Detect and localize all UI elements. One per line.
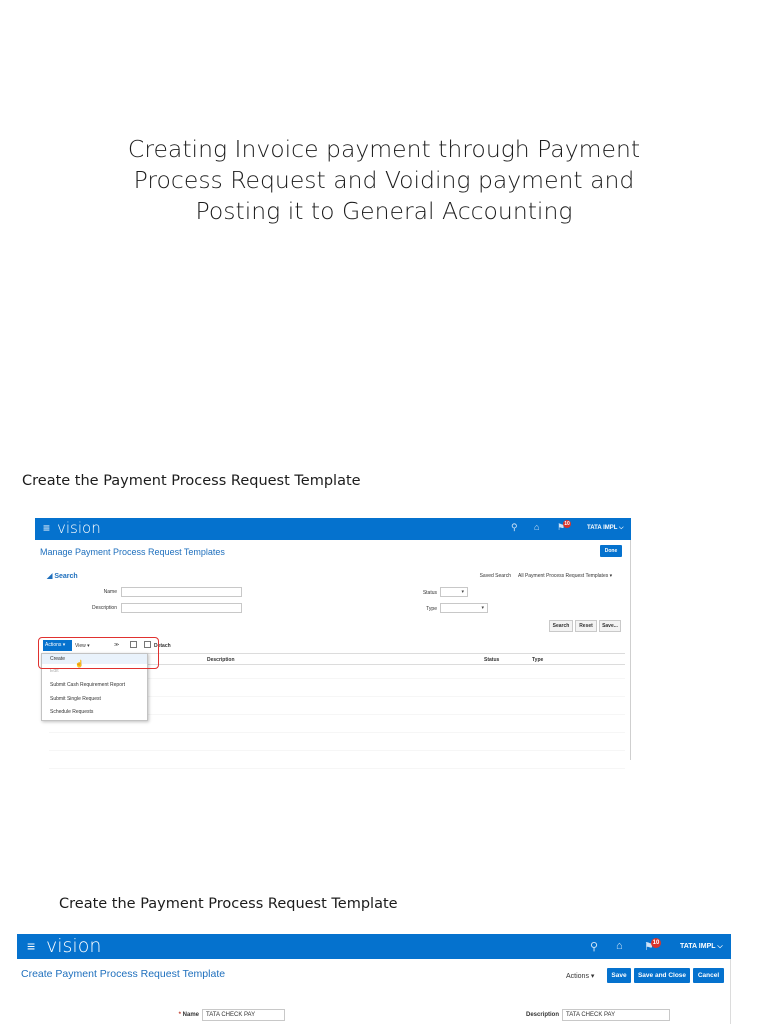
app-header-bar: ≡ vision ⚲ ⌂ ⚑ 10 TATA IMPL ⌵ <box>35 518 631 540</box>
search-icon[interactable]: ⚲ <box>590 940 598 953</box>
notification-count-badge: 10 <box>563 520 571 528</box>
description-label: Description <box>525 1012 559 1018</box>
hamburger-menu-icon[interactable]: ≡ <box>43 521 50 535</box>
home-icon[interactable]: ⌂ <box>616 940 623 952</box>
save-and-close-button[interactable]: Save and Close <box>634 968 690 983</box>
name-label: Name <box>103 589 117 595</box>
saved-search-value: All Payment Process Request Templates ▾ <box>518 572 613 579</box>
column-description[interactable]: Description <box>207 657 235 663</box>
done-button[interactable]: Done <box>600 545 622 557</box>
status-select[interactable]: ▾ <box>440 587 468 597</box>
actions-menu-button[interactable]: Actions ▾ <box>566 972 594 980</box>
app-header-bar: ≡ vision ⚲ ⌂ ⚑ 10 TATA IMPL ⌵ <box>17 934 731 959</box>
column-status[interactable]: Status <box>484 657 499 663</box>
name-label-text: Name <box>182 1012 199 1018</box>
search-section-toggle[interactable]: ◢ Search <box>47 572 78 580</box>
menu-item-submit-single-request[interactable]: Submit Single Request <box>50 696 101 702</box>
menu-item-submit-cash-requirement-report[interactable]: Submit Cash Requirement Report <box>50 682 125 688</box>
name-search-input[interactable] <box>121 587 242 597</box>
save-button[interactable]: Save <box>607 968 631 983</box>
type-select[interactable]: ▾ <box>440 603 488 613</box>
name-field-value: TATA CHECK PAY <box>206 1012 256 1018</box>
document-title: Creating Invoice payment through Payment… <box>84 134 684 227</box>
user-menu[interactable]: TATA IMPL ⌵ <box>680 943 723 951</box>
description-field[interactable]: TATA CHECK PAY <box>562 1009 670 1021</box>
required-marker: * <box>178 1012 181 1018</box>
cancel-button[interactable]: Cancel <box>693 968 724 983</box>
save-search-button[interactable]: Save... <box>599 620 621 632</box>
type-label: Type <box>426 606 437 612</box>
description-field-value: TATA CHECK PAY <box>566 1012 616 1018</box>
description-label: Description <box>91 605 117 611</box>
home-icon[interactable]: ⌂ <box>534 522 539 532</box>
screenshot-manage-templates: ≡ vision ⚲ ⌂ ⚑ 10 TATA IMPL ⌵ Manage Pay… <box>35 518 631 796</box>
highlight-annotation <box>38 637 159 669</box>
vision-logo: vision <box>46 935 102 957</box>
saved-search-label: Saved Search <box>479 573 511 579</box>
section-caption-1: Create the Payment Process Request Templ… <box>22 473 361 489</box>
search-icon[interactable]: ⚲ <box>511 522 518 533</box>
chevron-down-icon: ▾ <box>481 605 484 611</box>
vision-logo: vision <box>57 519 101 537</box>
chevron-down-icon: ▾ <box>461 589 464 595</box>
user-menu[interactable]: TATA IMPL ⌵ <box>587 525 624 532</box>
menu-item-schedule-requests[interactable]: Schedule Requests <box>50 709 93 715</box>
section-caption-2: Create the Payment Process Request Templ… <box>59 896 398 912</box>
description-search-input[interactable] <box>121 603 242 613</box>
title-line-3: Posting it to General Accounting <box>195 197 573 225</box>
column-type[interactable]: Type <box>532 657 543 663</box>
page-title: Manage Payment Process Request Templates <box>40 547 225 557</box>
name-label: * Name <box>167 1012 199 1018</box>
status-label: Status <box>422 590 437 596</box>
title-line-2: Process Request and Voiding payment and <box>133 166 635 194</box>
name-field[interactable]: TATA CHECK PAY <box>202 1009 285 1021</box>
hamburger-menu-icon[interactable]: ≡ <box>27 938 35 954</box>
saved-search-select[interactable]: All Payment Process Request Templates ▾ <box>514 570 620 580</box>
search-button[interactable]: Search <box>549 620 573 632</box>
reset-button[interactable]: Reset <box>575 620 597 632</box>
notification-count-badge: 10 <box>651 938 661 948</box>
page-title: Create Payment Process Request Template <box>21 968 226 980</box>
title-line-1: Creating Invoice payment through Payment <box>127 135 641 163</box>
screenshot-create-template: ≡ vision ⚲ ⌂ ⚑ 10 TATA IMPL ⌵ Create Pay… <box>17 934 731 1024</box>
